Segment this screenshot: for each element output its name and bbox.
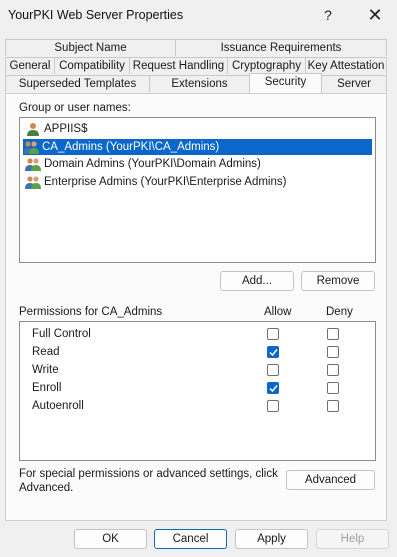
- tab-general[interactable]: General: [5, 57, 55, 74]
- check-icon: [269, 349, 278, 357]
- remove-button[interactable]: Remove: [301, 271, 375, 291]
- allow-checkbox-full-control[interactable]: [267, 328, 279, 340]
- tab-issuance-requirements[interactable]: Issuance Requirements: [175, 39, 387, 56]
- tab-key-attestation[interactable]: Key Attestation: [305, 57, 387, 74]
- permissions-label: Permissions for CA_Admins: [19, 306, 163, 318]
- group-icon: [25, 157, 41, 171]
- add-button[interactable]: Add...: [220, 271, 294, 291]
- ok-button[interactable]: OK: [74, 529, 147, 549]
- principal-name: Domain Admins (YourPKI\Domain Admins): [44, 158, 261, 170]
- deny-checkbox-enroll[interactable]: [327, 382, 339, 394]
- tab-request-handling[interactable]: Request Handling: [129, 57, 228, 74]
- tab-subject-name[interactable]: Subject Name: [5, 39, 176, 56]
- tab-security[interactable]: Security: [249, 73, 322, 93]
- list-item-selected[interactable]: CA_Admins (YourPKI\CA_Admins): [23, 139, 372, 155]
- permission-name: Read: [32, 346, 60, 358]
- tab-cryptography[interactable]: Cryptography: [227, 57, 306, 74]
- apply-button[interactable]: Apply: [235, 529, 308, 549]
- allow-checkbox-read[interactable]: [267, 346, 279, 358]
- check-icon: [269, 385, 278, 393]
- title-bar: YourPKI Web Server Properties ? ✕: [0, 0, 397, 30]
- deny-checkbox-read[interactable]: [327, 346, 339, 358]
- tab-server[interactable]: Server: [321, 75, 387, 92]
- advanced-hint-line2: Advanced.: [19, 482, 74, 494]
- permission-name: Autoenroll: [32, 400, 84, 412]
- help-button[interactable]: ?: [313, 3, 343, 27]
- permission-name: Full Control: [32, 328, 91, 340]
- list-item[interactable]: APPIIS$: [25, 121, 87, 137]
- deny-checkbox-full-control[interactable]: [327, 328, 339, 340]
- allow-checkbox-autoenroll[interactable]: [267, 400, 279, 412]
- deny-checkbox-write[interactable]: [327, 364, 339, 376]
- list-item[interactable]: Domain Admins (YourPKI\Domain Admins): [25, 156, 261, 172]
- deny-header: Deny: [326, 306, 353, 318]
- tab-compatibility[interactable]: Compatibility: [54, 57, 130, 74]
- advanced-button[interactable]: Advanced: [286, 470, 375, 490]
- permission-name: Write: [32, 364, 59, 376]
- permission-name: Enroll: [32, 382, 62, 394]
- tab-extensions[interactable]: Extensions: [149, 75, 250, 92]
- cancel-button[interactable]: Cancel: [154, 529, 227, 549]
- help-footer-button: Help: [316, 529, 389, 549]
- advanced-hint-line1: For special permissions or advanced sett…: [19, 468, 278, 480]
- tab-superseded-templates[interactable]: Superseded Templates: [5, 75, 150, 92]
- window-title: YourPKI Web Server Properties: [8, 8, 184, 22]
- allow-checkbox-write[interactable]: [267, 364, 279, 376]
- close-button[interactable]: ✕: [360, 3, 390, 27]
- principal-list[interactable]: APPIIS$ CA_Admins (YourPKI\CA_Admins) Do…: [19, 117, 376, 263]
- principal-name: CA_Admins (YourPKI\CA_Admins): [42, 141, 220, 153]
- group-icon: [23, 140, 39, 154]
- list-item[interactable]: Enterprise Admins (YourPKI\Enterprise Ad…: [25, 174, 286, 190]
- permissions-list: Full Control Read Write Enroll Autoenrol…: [19, 321, 376, 461]
- group-label: Group or user names:: [19, 102, 131, 114]
- allow-checkbox-enroll[interactable]: [267, 382, 279, 394]
- allow-header: Allow: [264, 306, 292, 318]
- user-icon: [25, 122, 41, 136]
- principal-name: Enterprise Admins (YourPKI\Enterprise Ad…: [44, 176, 287, 188]
- group-icon: [25, 175, 41, 189]
- principal-name: APPIIS$: [44, 123, 88, 135]
- deny-checkbox-autoenroll[interactable]: [327, 400, 339, 412]
